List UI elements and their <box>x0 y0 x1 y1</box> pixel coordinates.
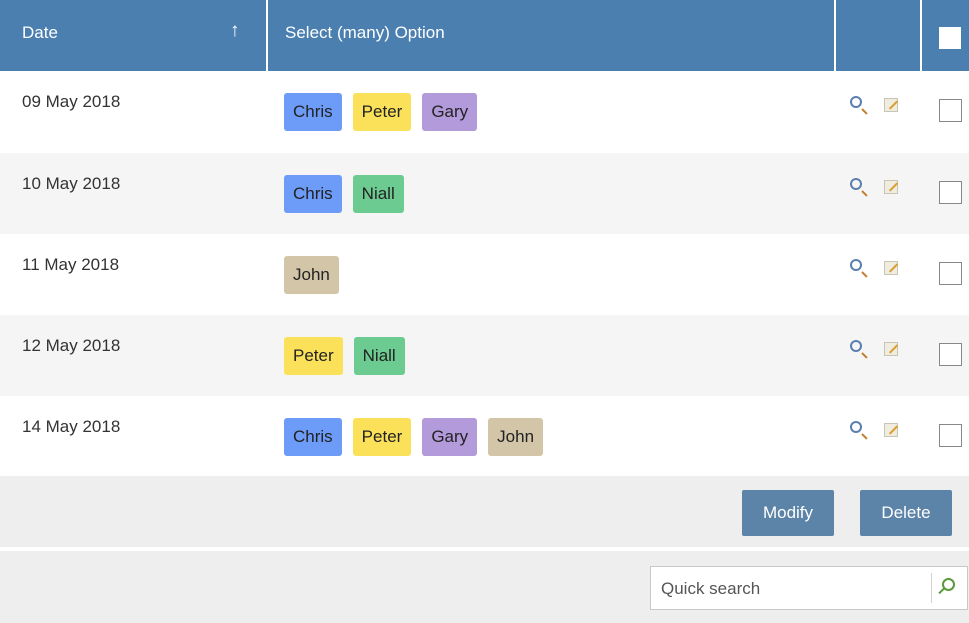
row-actions-cell <box>836 396 922 477</box>
options-cell: Chris Peter Gary John <box>268 396 836 477</box>
search-divider <box>931 573 932 603</box>
options-cell: Chris Niall <box>268 153 836 234</box>
date-cell: 10 May 2018 <box>22 174 121 193</box>
date-cell: 09 May 2018 <box>22 92 121 111</box>
option-tag: Chris <box>284 93 342 131</box>
option-tag: Niall <box>352 175 404 213</box>
table-row[interactable]: 09 May 2018 Chris Peter Gary <box>0 71 969 153</box>
delete-button[interactable]: Delete <box>860 490 952 536</box>
edit-icon[interactable] <box>884 180 898 194</box>
option-tag: John <box>488 418 544 456</box>
edit-icon[interactable] <box>884 342 898 356</box>
date-cell: 14 May 2018 <box>22 417 121 436</box>
row-actions-cell <box>836 153 922 234</box>
option-tag: Chris <box>284 418 342 456</box>
option-tag: Niall <box>353 337 405 375</box>
quick-search-input[interactable] <box>659 567 933 611</box>
row-checkbox[interactable] <box>939 99 962 122</box>
row-actions-cell <box>836 315 922 396</box>
table-row[interactable]: 11 May 2018 John <box>0 234 969 315</box>
option-tag: Chris <box>284 175 342 213</box>
search-icon[interactable] <box>942 578 955 591</box>
search-bar <box>0 551 969 623</box>
options-cell: Peter Niall <box>268 315 836 396</box>
column-header-actions <box>836 0 922 71</box>
magnifier-icon[interactable] <box>850 340 862 352</box>
magnifier-icon[interactable] <box>850 96 862 108</box>
row-select-cell <box>922 234 969 315</box>
column-header-select[interactable]: Select (many) Option <box>268 0 836 71</box>
date-cell: 11 May 2018 <box>22 255 120 274</box>
option-tag: Peter <box>352 93 412 131</box>
option-tag: Peter <box>352 418 412 456</box>
table-row[interactable]: 12 May 2018 Peter Niall <box>0 315 969 396</box>
edit-icon[interactable] <box>884 98 898 112</box>
select-all-checkbox[interactable] <box>939 27 961 49</box>
option-tag: John <box>284 256 339 294</box>
select-header-label: Select (many) Option <box>285 23 445 42</box>
table-header: Date ↑ Select (many) Option <box>0 0 969 71</box>
magnifier-icon[interactable] <box>850 421 862 433</box>
edit-icon[interactable] <box>884 423 898 437</box>
row-actions-cell <box>836 71 922 153</box>
option-tag: Gary <box>422 418 478 456</box>
options-cell: Chris Peter Gary <box>268 71 836 153</box>
edit-icon[interactable] <box>884 261 898 275</box>
column-header-date[interactable]: Date ↑ <box>0 0 268 71</box>
option-tag: Peter <box>284 337 343 375</box>
magnifier-icon[interactable] <box>850 178 862 190</box>
row-checkbox[interactable] <box>939 424 962 447</box>
table-body: 09 May 2018 Chris Peter Gary 10 May 2018 Chri… <box>0 71 969 477</box>
column-header-select-all <box>922 0 969 71</box>
row-checkbox[interactable] <box>939 262 962 285</box>
option-tag: Gary <box>422 93 478 131</box>
date-header-label: Date <box>22 23 58 42</box>
magnifier-icon[interactable] <box>850 259 862 271</box>
row-select-cell <box>922 315 969 396</box>
row-actions-cell <box>836 234 922 315</box>
sort-ascending-icon[interactable]: ↑ <box>230 20 240 42</box>
date-cell: 12 May 2018 <box>22 336 121 355</box>
row-select-cell <box>922 396 969 477</box>
modify-button[interactable]: Modify <box>742 490 834 536</box>
quick-search-box <box>650 566 968 611</box>
data-grid: Date ↑ Select (many) Option 09 May 2018 C… <box>0 0 969 477</box>
action-bar: Modify Delete <box>0 476 969 547</box>
row-select-cell <box>922 153 969 234</box>
row-checkbox[interactable] <box>939 181 962 204</box>
row-checkbox[interactable] <box>939 343 962 366</box>
table-row[interactable]: 10 May 2018 Chris Niall <box>0 153 969 234</box>
row-select-cell <box>922 71 969 153</box>
table-row[interactable]: 14 May 2018 Chris Peter Gary John <box>0 396 969 477</box>
options-cell: John <box>268 234 836 315</box>
